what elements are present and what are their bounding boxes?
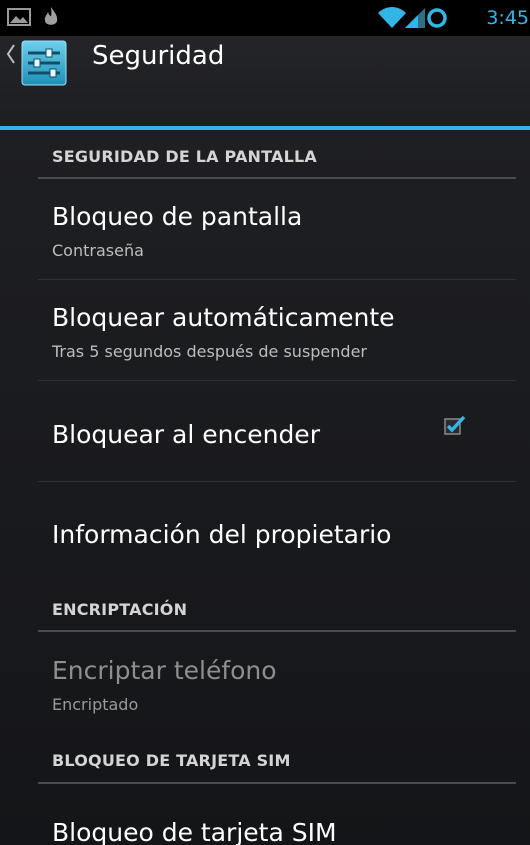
item-divider: [38, 279, 516, 280]
signal-icon: [405, 8, 425, 28]
section-divider: [38, 630, 516, 632]
action-bar: [0, 36, 530, 126]
item-subtitle: Tras 5 segundos después de suspender: [52, 342, 367, 361]
item-title: Bloquear al encender: [52, 420, 320, 449]
section-header-screen-security: SEGURIDAD DE LA PANTALLA: [52, 147, 317, 166]
status-bar: 3:45: [0, 0, 530, 36]
section-header-sim-lock: BLOQUEO DE TARJETA SIM: [52, 751, 291, 770]
section-divider: [38, 177, 516, 179]
wifi-icon: [378, 7, 406, 28]
status-time: 3:45: [486, 7, 529, 29]
item-title: Bloqueo de tarjeta SIM: [52, 818, 337, 845]
item-subtitle: Contraseña: [52, 241, 144, 260]
section-divider: [38, 782, 516, 784]
item-divider: [38, 481, 516, 482]
gallery-icon: [7, 8, 31, 26]
item-title: Información del propietario: [52, 520, 392, 549]
sync-icon: [427, 8, 447, 28]
item-divider: [38, 380, 516, 381]
section-header-encryption: ENCRIPTACIÓN: [52, 600, 188, 619]
chevron-left-icon[interactable]: [6, 43, 16, 65]
item-title: Bloquear automáticamente: [52, 303, 395, 332]
item-subtitle: Encriptado: [52, 695, 139, 714]
item-title: Encriptar teléfono: [52, 656, 277, 685]
settings-sliders-icon[interactable]: [20, 39, 68, 87]
fire-icon: [44, 7, 58, 25]
settings-list[interactable]: SEGURIDAD DE LA PANTALLA Bloqueo de pant…: [0, 130, 530, 845]
lock-on-power-checkbox[interactable]: [444, 415, 466, 435]
item-title: Bloqueo de pantalla: [52, 202, 303, 231]
page-title: Seguridad: [92, 41, 225, 71]
